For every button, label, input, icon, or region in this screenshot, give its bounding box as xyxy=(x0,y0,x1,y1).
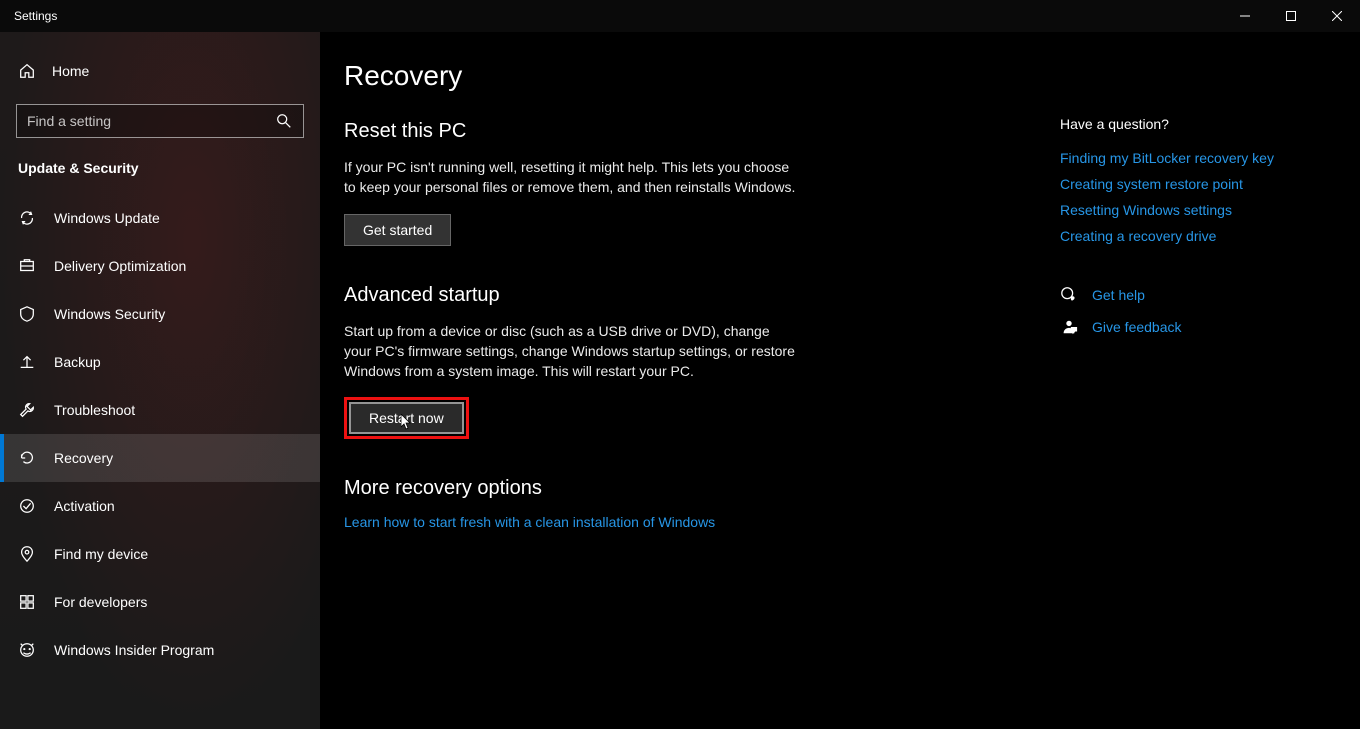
help-icon xyxy=(1060,286,1078,304)
nav-label: Activation xyxy=(54,498,115,514)
category-title: Update & Security xyxy=(0,160,320,194)
reset-heading: Reset this PC xyxy=(344,120,1040,143)
nav-label: Windows Update xyxy=(54,210,160,226)
more-heading: More recovery options xyxy=(344,477,1040,500)
maximize-button[interactable] xyxy=(1268,0,1314,32)
nav-backup[interactable]: Backup xyxy=(0,338,320,386)
search-icon xyxy=(275,112,293,130)
shield-icon xyxy=(18,305,36,323)
nav-for-developers[interactable]: For developers xyxy=(0,578,320,626)
nav-recovery[interactable]: Recovery xyxy=(0,434,320,482)
advanced-desc: Start up from a device or disc (such as … xyxy=(344,321,799,382)
nav-label: Windows Security xyxy=(54,306,165,322)
get-help-label: Get help xyxy=(1092,287,1145,303)
delivery-icon xyxy=(18,257,36,275)
wrench-icon xyxy=(18,401,36,419)
advanced-heading: Advanced startup xyxy=(344,284,1040,307)
check-circle-icon xyxy=(18,497,36,515)
minimize-button[interactable] xyxy=(1222,0,1268,32)
window-title: Settings xyxy=(14,9,57,23)
get-started-button[interactable]: Get started xyxy=(344,214,451,246)
nav-label: Find my device xyxy=(54,546,148,562)
nav-find-my-device[interactable]: Find my device xyxy=(0,530,320,578)
nav-windows-update[interactable]: Windows Update xyxy=(0,194,320,242)
restart-button-highlight: Restart now xyxy=(344,397,469,439)
search-box[interactable] xyxy=(16,104,304,138)
nav-label: Recovery xyxy=(54,450,113,466)
location-icon xyxy=(18,545,36,563)
get-help-action[interactable]: Get help xyxy=(1060,286,1320,304)
sidebar: Home Update & Security Windows Update De… xyxy=(0,32,320,729)
faq-link-restore-point[interactable]: Creating system restore point xyxy=(1060,176,1320,192)
nav-label: Windows Insider Program xyxy=(54,642,214,658)
recovery-icon xyxy=(18,449,36,467)
nav-windows-security[interactable]: Windows Security xyxy=(0,290,320,338)
restart-now-button[interactable]: Restart now xyxy=(349,402,464,434)
titlebar: Settings xyxy=(0,0,1360,32)
nav-label: For developers xyxy=(54,594,147,610)
home-icon xyxy=(18,62,36,80)
nav-windows-insider[interactable]: Windows Insider Program xyxy=(0,626,320,674)
advanced-startup-section: Advanced startup Start up from a device … xyxy=(344,284,1040,440)
sync-icon xyxy=(18,209,36,227)
nav-troubleshoot[interactable]: Troubleshoot xyxy=(0,386,320,434)
more-recovery-section: More recovery options Learn how to start… xyxy=(344,477,1040,530)
nav-label: Backup xyxy=(54,354,101,370)
reset-pc-section: Reset this PC If your PC isn't running w… xyxy=(344,120,1040,246)
window-controls xyxy=(1222,0,1360,32)
home-label: Home xyxy=(52,63,89,79)
faq-link-reset-settings[interactable]: Resetting Windows settings xyxy=(1060,202,1320,218)
close-button[interactable] xyxy=(1314,0,1360,32)
faq-link-bitlocker[interactable]: Finding my BitLocker recovery key xyxy=(1060,150,1320,166)
faq-link-recovery-drive[interactable]: Creating a recovery drive xyxy=(1060,228,1320,244)
fresh-install-link[interactable]: Learn how to start fresh with a clean in… xyxy=(344,514,1040,530)
give-feedback-label: Give feedback xyxy=(1092,319,1182,335)
backup-icon xyxy=(18,353,36,371)
nav-label: Delivery Optimization xyxy=(54,258,186,274)
content-area: Recovery Reset this PC If your PC isn't … xyxy=(320,32,1360,729)
question-heading: Have a question? xyxy=(1060,116,1320,132)
search-input[interactable] xyxy=(27,113,275,129)
page-title: Recovery xyxy=(344,60,1040,92)
feedback-icon xyxy=(1060,318,1078,336)
home-nav[interactable]: Home xyxy=(0,52,320,90)
nav-activation[interactable]: Activation xyxy=(0,482,320,530)
give-feedback-action[interactable]: Give feedback xyxy=(1060,318,1320,336)
nav-delivery-optimization[interactable]: Delivery Optimization xyxy=(0,242,320,290)
developer-icon xyxy=(18,593,36,611)
nav-label: Troubleshoot xyxy=(54,402,135,418)
insider-icon xyxy=(18,641,36,659)
right-column: Have a question? Finding my BitLocker re… xyxy=(1040,60,1320,729)
reset-desc: If your PC isn't running well, resetting… xyxy=(344,157,799,198)
